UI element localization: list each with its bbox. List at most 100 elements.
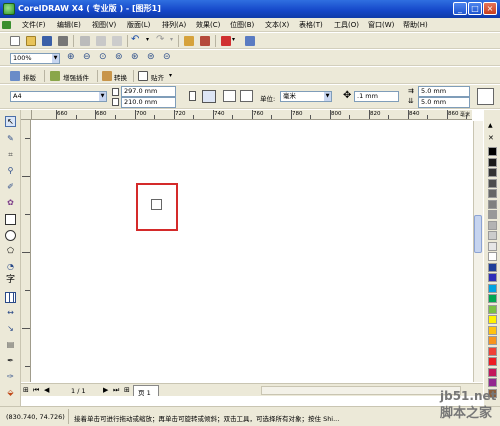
page-height-input[interactable]: 210.0 mm — [121, 97, 176, 108]
connector-tool-icon[interactable]: ↘ — [5, 324, 16, 335]
redo-dropdown-icon[interactable]: ▾ — [170, 36, 173, 43]
palette-swatch[interactable] — [488, 357, 497, 366]
fill-tool-icon[interactable]: ⬙ — [5, 388, 16, 399]
eyedropper-tool-icon[interactable]: ✒ — [5, 356, 16, 367]
vertical-scroll-thumb[interactable] — [474, 215, 482, 253]
print-icon[interactable] — [58, 36, 68, 46]
zoom-tool-icon[interactable]: ⚲ — [5, 166, 16, 177]
welcome-screen-icon[interactable] — [245, 36, 255, 46]
page-tab[interactable]: 页 1 — [133, 385, 159, 397]
freehand-tool-icon[interactable]: ✐ — [5, 182, 16, 193]
page-width-input[interactable]: 297.0 mm — [121, 86, 176, 97]
rectangle-shape[interactable] — [151, 199, 162, 210]
parallel-dimension-tool-icon[interactable]: ↔ — [5, 308, 16, 319]
menu-help[interactable]: 帮助(H) — [403, 20, 428, 30]
menu-effects[interactable]: 效果(C) — [196, 20, 220, 30]
palette-swatch[interactable] — [488, 262, 497, 272]
zoom-in-icon[interactable]: ⊕ — [67, 52, 75, 62]
cut-icon[interactable] — [80, 36, 90, 46]
palette-swatch[interactable] — [488, 304, 497, 314]
previous-page-icon[interactable]: ◀ — [44, 386, 49, 394]
interactive-blend-tool-icon[interactable]: ▤ — [5, 340, 16, 351]
basic-shapes-tool-icon[interactable]: ◔ — [5, 262, 16, 273]
undo-dropdown-icon[interactable]: ▾ — [146, 36, 149, 43]
menu-edit[interactable]: 编辑(E) — [57, 20, 81, 30]
palette-swatch[interactable] — [488, 157, 497, 167]
palette-swatch[interactable] — [488, 199, 497, 209]
zoom-page-height-icon[interactable]: ⊝ — [163, 52, 171, 62]
minimize-button[interactable]: _ — [453, 2, 467, 15]
text-tool-icon[interactable]: 字 — [5, 276, 16, 287]
crop-tool-icon[interactable]: ⌗ — [5, 150, 16, 161]
open-icon[interactable] — [26, 36, 36, 46]
menu-bitmaps[interactable]: 位图(B) — [230, 20, 254, 30]
palette-swatch[interactable] — [488, 346, 497, 356]
snap-icon[interactable] — [138, 71, 148, 81]
palette-swatch[interactable] — [488, 220, 497, 230]
menu-window[interactable]: 窗口(W) — [368, 20, 394, 30]
ellipse-tool-icon[interactable] — [5, 230, 16, 241]
palette-swatch[interactable] — [488, 210, 497, 219]
palette-swatch[interactable] — [488, 147, 497, 156]
palette-swatch[interactable] — [488, 315, 497, 324]
close-button[interactable]: × — [483, 2, 497, 15]
palette-swatch[interactable] — [488, 336, 497, 345]
palette-scroll-up-icon[interactable]: ▲ — [488, 122, 493, 129]
undo-icon[interactable]: ↶ — [131, 34, 139, 45]
pick-tool-icon[interactable]: ↖ — [5, 116, 16, 127]
zoom-selected-icon[interactable]: ⊙ — [99, 52, 107, 62]
first-page-icon[interactable]: ⏮ — [33, 386, 39, 395]
chevron-down-icon[interactable]: ▼ — [52, 54, 59, 63]
paste-icon[interactable] — [112, 36, 122, 46]
menu-arrange[interactable]: 排列(A) — [162, 20, 186, 30]
all-pages-icon[interactable] — [223, 90, 236, 102]
application-launcher-icon[interactable] — [221, 36, 231, 46]
palette-swatch[interactable] — [488, 241, 497, 251]
options-icon[interactable] — [477, 88, 494, 105]
table-tool-icon[interactable] — [5, 292, 16, 303]
redo-icon[interactable]: ↷ — [156, 34, 164, 45]
palette-swatch[interactable] — [488, 325, 497, 335]
snap-button[interactable]: 贴齐 — [151, 72, 164, 82]
vertical-ruler[interactable] — [21, 120, 31, 382]
page-size-select[interactable]: A4 ▼ — [10, 91, 107, 102]
palette-swatch[interactable] — [488, 252, 497, 261]
palette-swatch[interactable] — [488, 294, 497, 303]
palette-swatch[interactable] — [488, 367, 497, 377]
zoom-page-icon[interactable]: ⊛ — [131, 52, 139, 62]
export-icon[interactable] — [200, 36, 210, 46]
snap-dropdown-icon[interactable]: ▾ — [169, 72, 172, 79]
layout-button[interactable]: 排版 — [23, 72, 36, 82]
unit-select[interactable]: 毫米 ▼ — [280, 91, 332, 102]
smart-fill-tool-icon[interactable]: ✿ — [5, 198, 16, 209]
last-page-icon[interactable]: ⏭ — [113, 386, 119, 395]
menu-table[interactable]: 表格(T) — [299, 20, 323, 30]
palette-swatch[interactable] — [488, 378, 497, 387]
convert-button[interactable]: 转换 — [114, 72, 127, 82]
import-icon[interactable] — [184, 36, 194, 46]
shape-tool-icon[interactable]: ✎ — [5, 134, 16, 145]
enhance-plugin-icon[interactable] — [50, 71, 60, 81]
polygon-tool-icon[interactable]: ⬠ — [5, 246, 16, 257]
landscape-icon[interactable] — [202, 90, 216, 103]
ruler-origin[interactable] — [21, 110, 32, 120]
menu-file[interactable]: 文件(F) — [22, 20, 46, 30]
horizontal-ruler[interactable]: 660 680 700 720 740 760 780 800 820 840 … — [32, 110, 472, 120]
rectangle-tool-icon[interactable] — [5, 214, 16, 225]
drawing-canvas[interactable] — [32, 121, 472, 382]
layout-icon[interactable] — [10, 71, 20, 81]
menu-view[interactable]: 视图(V) — [92, 20, 116, 30]
maximize-button[interactable]: □ — [468, 2, 482, 15]
palette-swatch[interactable] — [488, 189, 497, 198]
palette-swatch[interactable] — [488, 273, 497, 282]
add-page-icon[interactable]: ⊞ — [23, 386, 29, 394]
document-icon[interactable] — [2, 21, 11, 29]
no-color-icon[interactable]: ✕ — [488, 135, 496, 143]
menu-text[interactable]: 文本(X) — [265, 20, 289, 30]
outline-pen-tool-icon[interactable]: ✑ — [5, 372, 16, 383]
palette-swatch[interactable] — [488, 178, 497, 188]
zoom-level-select[interactable]: 100% ▼ — [10, 53, 60, 64]
zoom-out-icon[interactable]: ⊖ — [83, 52, 91, 62]
save-icon[interactable] — [42, 36, 52, 46]
add-page-after-icon[interactable]: ⊞ — [124, 386, 130, 394]
